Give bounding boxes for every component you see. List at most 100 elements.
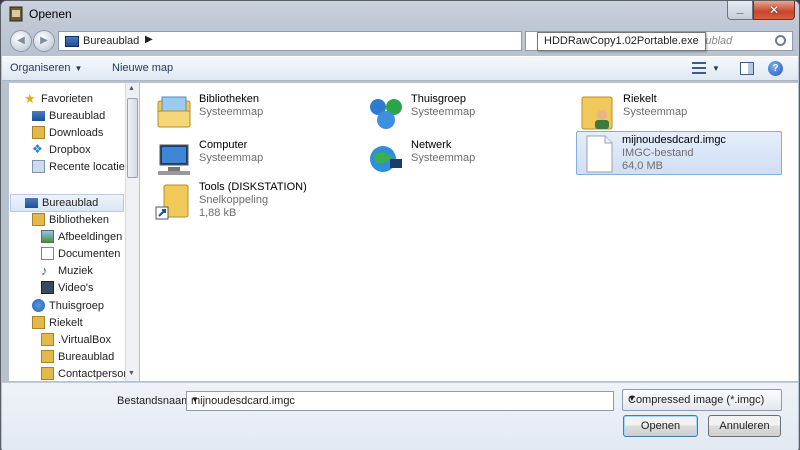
- back-button[interactable]: ◀: [10, 30, 32, 52]
- title-bar[interactable]: Openen _ ✕: [1, 1, 799, 27]
- nav-label: Thuisgroep: [49, 300, 105, 312]
- nav-label: Bureaublad: [58, 351, 115, 363]
- nav-item-pictures[interactable]: Afbeeldingen: [9, 229, 129, 245]
- nav-label: Recente locaties: [49, 161, 131, 173]
- user-folder-icon: [32, 316, 45, 329]
- file-name: mijnoudesdcard.imgc: [622, 134, 726, 146]
- app-icon: [9, 6, 23, 22]
- homegroup-icon: [370, 99, 402, 129]
- close-icon: ✕: [768, 3, 780, 17]
- folder-icon: [41, 333, 54, 346]
- nav-item-documents[interactable]: Documenten: [9, 246, 129, 262]
- nav-item-homegroup[interactable]: Thuisgroep: [9, 298, 129, 314]
- minimize-button[interactable]: _: [727, 1, 753, 20]
- scroll-down-icon[interactable]: ▼: [128, 370, 135, 377]
- file-item-shortcut[interactable]: Tools (DISKSTATION) Snelkoppeling 1,88 k…: [154, 179, 354, 223]
- nav-label: Bibliotheken: [49, 214, 109, 226]
- nav-label: Bureaublad: [42, 197, 99, 209]
- toolbar: Organiseren ▼ Nieuwe map ▼ ?: [2, 56, 798, 81]
- search-icon[interactable]: [775, 35, 786, 46]
- nav-item-recent[interactable]: Recente locaties: [9, 159, 131, 175]
- nav-item-contacts[interactable]: Contactperson: [9, 366, 130, 381]
- user-folder-icon: [581, 96, 613, 130]
- desktop-icon: [32, 111, 45, 121]
- nav-label: Documenten: [58, 248, 121, 260]
- file-item-homegroup[interactable]: Thuisgroep Systeemmap: [366, 91, 566, 135]
- desktop-icon: [65, 36, 79, 47]
- file-icon: [586, 135, 613, 173]
- nav-item-desktop-root[interactable]: Bureaublad: [10, 194, 124, 212]
- close-button[interactable]: ✕: [753, 1, 795, 20]
- file-item-libraries[interactable]: Bibliotheken Systeemmap: [154, 91, 354, 135]
- scroll-thumb[interactable]: [127, 98, 138, 178]
- folder-icon: [41, 350, 54, 363]
- filename-field[interactable]: mijnoudesdcard.imgc ▼: [186, 391, 614, 411]
- file-name: Computer: [199, 139, 248, 151]
- new-folder-button[interactable]: Nieuwe map: [112, 62, 173, 74]
- nav-favorites[interactable]: ★ Favorieten: [9, 91, 129, 107]
- file-item-computer[interactable]: Computer Systeemmap: [154, 137, 354, 181]
- nav-item-downloads[interactable]: Downloads: [9, 125, 129, 141]
- nav-item-desktop[interactable]: Bureaublad: [9, 108, 129, 124]
- file-name: Riekelt: [623, 93, 657, 105]
- file-item-imgc[interactable]: mijnoudesdcard.imgc IMGC-bestand 64,0 MB: [576, 131, 782, 175]
- network-icon: [370, 146, 402, 172]
- file-item-user[interactable]: Riekelt Systeemmap: [578, 91, 778, 135]
- recent-places-icon: [32, 160, 45, 173]
- nav-item-videos[interactable]: Video's: [9, 280, 129, 296]
- nav-label: Riekelt: [49, 317, 83, 329]
- file-name: Bibliotheken: [199, 93, 259, 105]
- nav-item-user[interactable]: Riekelt: [9, 315, 129, 331]
- file-type: Systeemmap: [199, 106, 264, 118]
- nav-label: Afbeeldingen: [58, 231, 123, 243]
- chevron-down-icon[interactable]: ▼: [191, 395, 609, 404]
- library-icon: [32, 213, 45, 226]
- tooltip: HDDRawCopy1.02Portable.exe: [537, 32, 706, 51]
- forward-button[interactable]: ▶: [33, 30, 55, 52]
- open-button[interactable]: Openen: [623, 415, 698, 437]
- address-crumb[interactable]: Bureaublad: [83, 35, 139, 47]
- views-dropdown-icon[interactable]: ▼: [712, 64, 720, 73]
- cancel-button[interactable]: Annuleren: [708, 415, 781, 437]
- file-name: Thuisgroep: [411, 93, 467, 105]
- nav-item-libraries[interactable]: Bibliotheken: [9, 212, 129, 228]
- help-icon[interactable]: ?: [768, 61, 783, 76]
- nav-label: Downloads: [49, 127, 104, 139]
- organise-label: Organiseren: [10, 62, 71, 74]
- file-name: Tools (DISKSTATION): [199, 181, 307, 193]
- file-item-network[interactable]: Netwerk Systeemmap: [366, 137, 566, 181]
- nav-item-dropbox[interactable]: ❖ Dropbox: [9, 142, 129, 158]
- nav-label: Video's: [58, 282, 94, 294]
- file-size: 1,88 kB: [199, 207, 237, 219]
- contacts-folder-icon: [41, 367, 54, 380]
- dropbox-icon: ❖: [32, 142, 43, 156]
- bottom-panel: Bestandsnaam: mijnoudesdcard.imgc ▼ Comp…: [2, 382, 798, 450]
- nav-item-music[interactable]: ♪ Muziek: [9, 263, 129, 279]
- file-type: Systeemmap: [411, 106, 476, 118]
- nav-label: Muziek: [58, 265, 93, 277]
- desktop-icon: [25, 198, 38, 208]
- downloads-folder-icon: [32, 126, 45, 139]
- file-type-select[interactable]: Compressed image (*.imgc) ▼: [622, 389, 782, 411]
- views-icon[interactable]: [692, 62, 706, 74]
- homegroup-icon: [32, 299, 45, 312]
- arrow-left-icon: ◀: [17, 35, 25, 46]
- libraries-icon: [157, 96, 191, 128]
- shortcut-folder-icon: [155, 184, 189, 220]
- organise-menu[interactable]: Organiseren ▼: [10, 62, 82, 74]
- minimize-icon: _: [736, 1, 744, 15]
- preview-pane-icon[interactable]: [740, 62, 754, 75]
- file-name: Netwerk: [411, 139, 452, 151]
- crumb-arrow-icon[interactable]: ▶: [145, 34, 153, 45]
- address-bar[interactable]: Bureaublad ▶: [58, 31, 522, 51]
- nav-item-virtualbox[interactable]: .VirtualBox: [9, 332, 129, 348]
- file-type: Snelkoppeling: [199, 194, 269, 206]
- scroll-up-icon[interactable]: ▲: [128, 85, 135, 92]
- nav-label: Dropbox: [49, 144, 91, 156]
- file-type: Systeemmap: [411, 152, 476, 164]
- nav-item-user-desktop[interactable]: Bureaublad: [9, 349, 129, 365]
- nav-label: .VirtualBox: [58, 334, 111, 346]
- open-dialog: Openen _ ✕ ◀ ▶ Bureaublad ▶ Bureaublad H…: [0, 0, 800, 450]
- filename-label: Bestandsnaam:: [117, 395, 194, 407]
- file-type: Systeemmap: [199, 152, 264, 164]
